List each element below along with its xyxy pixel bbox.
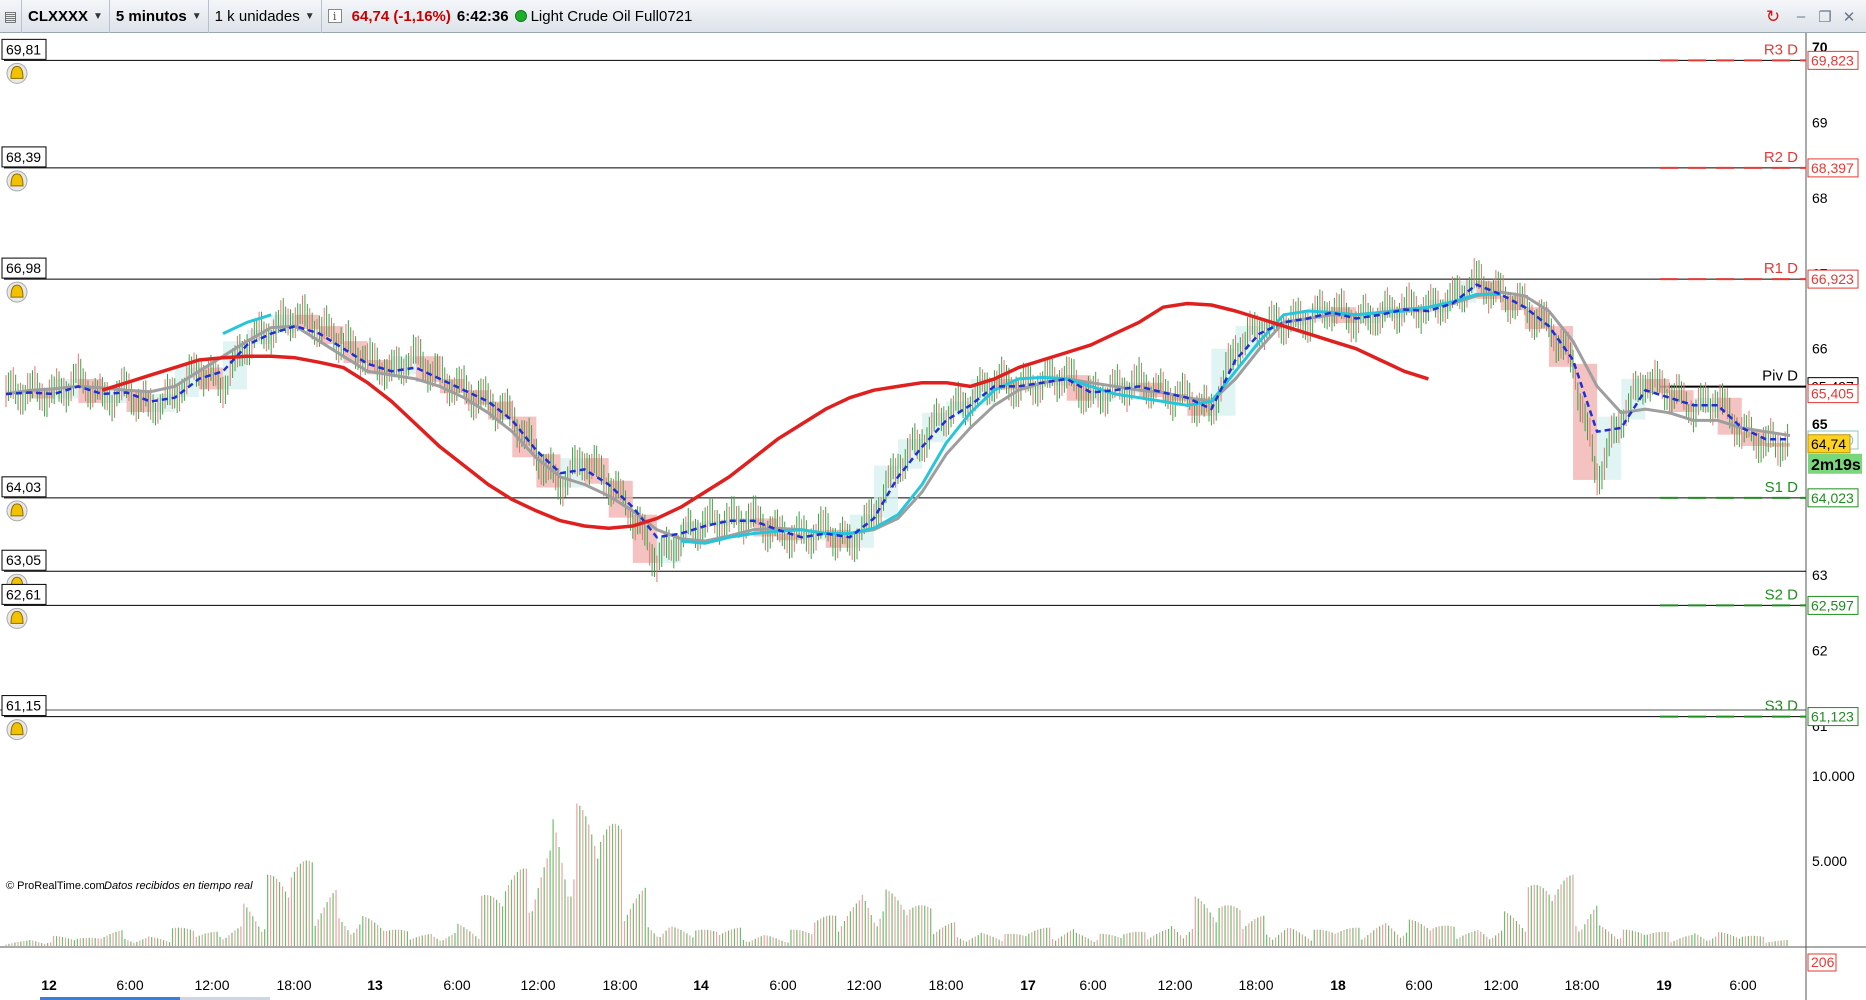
volume-tick-label: 10.000 <box>1812 768 1855 784</box>
x-tick-label: 12:00 <box>520 977 555 993</box>
alert-value-label: 62,61 <box>6 586 41 602</box>
x-tick-label: 18 <box>1330 977 1346 993</box>
y-tick-label: 69 <box>1812 114 1828 130</box>
info-icon[interactable]: i <box>327 9 342 23</box>
quote-time: 6:42:36 <box>456 7 509 25</box>
y-tick-label: 62 <box>1812 642 1828 658</box>
pivot-value-label: 69,823 <box>1811 52 1854 68</box>
alert-bell-icon[interactable] <box>6 281 28 303</box>
bell-shape <box>10 610 24 624</box>
chevron-down-icon: ▼ <box>191 10 202 22</box>
alert-bell-icon[interactable] <box>6 170 28 192</box>
pivot-value-label: 66,923 <box>1811 271 1854 287</box>
symbol-selector[interactable]: CLXXXX ▼ <box>22 0 110 33</box>
x-tick-label: 18:00 <box>602 977 637 993</box>
ma-red-line <box>101 301 1429 530</box>
timeframe-selector[interactable]: 5 minutos ▼ <box>110 0 209 33</box>
volume-tick-label: 5.000 <box>1812 853 1847 869</box>
y-tick-label: 63 <box>1812 567 1828 583</box>
symbol-label: CLXXXX <box>28 7 89 25</box>
pivot-name: R3 D <box>1764 41 1798 58</box>
x-tick-label: 12:00 <box>1157 977 1192 993</box>
pivot-value-label: 62,597 <box>1811 597 1854 613</box>
alert-value-label: 69,81 <box>6 41 41 57</box>
grid-menu-icon[interactable]: ▤ <box>0 0 22 33</box>
bell-shape <box>10 173 24 187</box>
pivot-value-label: 61,123 <box>1811 709 1854 725</box>
units-selector[interactable]: 1 k unidades ▼ <box>209 0 322 33</box>
status-dot-icon <box>514 10 527 22</box>
bell-shape <box>10 284 24 298</box>
price-bars <box>5 258 1789 583</box>
alert-value-label: 63,05 <box>6 552 41 568</box>
x-tick-label: 17 <box>1020 977 1036 993</box>
pivot-name: R1 D <box>1764 260 1798 277</box>
x-tick-label: 19 <box>1656 977 1672 993</box>
y-tick-label: 68 <box>1812 190 1828 206</box>
y-tick-label: 65 <box>1812 416 1828 432</box>
current-price-label: 64,74 <box>1811 436 1846 452</box>
volume-last-label: 206 <box>1811 954 1835 970</box>
x-tick-label: 12:00 <box>846 977 881 993</box>
x-tick-label: 6:00 <box>1405 977 1432 993</box>
chevron-down-icon: ▼ <box>93 10 103 22</box>
alert-bell-icon[interactable] <box>6 62 28 84</box>
alert-bell-icon[interactable] <box>6 607 28 629</box>
alert-value-label: 64,03 <box>6 479 41 495</box>
x-tick-label: 6:00 <box>116 977 143 993</box>
x-tick-label: 14 <box>693 977 709 993</box>
alert-value-label: 61,15 <box>6 698 41 714</box>
x-tick-label: 18:00 <box>1564 977 1599 993</box>
ma-cyan-line <box>222 292 1501 545</box>
x-tick-label: 18:00 <box>1238 977 1273 993</box>
x-tick-label: 18:00 <box>928 977 963 993</box>
x-tick-label: 6:00 <box>1079 977 1106 993</box>
y-tick-label: 66 <box>1812 341 1828 357</box>
toolbar: ▤ CLXXXX ▼ 5 minutos ▼ 1 k unidades ▼ i … <box>0 0 1866 33</box>
alert-value-label: 66,98 <box>6 260 41 276</box>
sync-icon[interactable]: ↻ <box>1760 7 1786 27</box>
bell-shape <box>10 503 24 517</box>
quote-change: 64,74 (-1,16%) <box>351 7 451 25</box>
x-tick-label: 6:00 <box>443 977 470 993</box>
x-tick-label: 12:00 <box>194 977 229 993</box>
pivot-value-label: 64,023 <box>1811 490 1854 506</box>
quote-bar: i 64,74 (-1,16%) 6:42:36 Light Crude Oil… <box>322 0 699 33</box>
pivot-name: S2 D <box>1765 586 1799 603</box>
restore-icon[interactable]: ❐ <box>1816 8 1834 26</box>
pivot-name: S1 D <box>1765 479 1799 496</box>
pivot-name: S3 D <box>1765 698 1799 715</box>
x-tick-label: 13 <box>367 977 383 993</box>
trading-window: ▤ CLXXXX ▼ 5 minutos ▼ 1 k unidades ▼ i … <box>0 0 1866 1000</box>
alert-bell-icon[interactable] <box>6 500 28 522</box>
minimize-icon[interactable]: – <box>1792 8 1810 25</box>
x-tick-label: 6:00 <box>769 977 796 993</box>
pivot-name: Piv D <box>1762 368 1798 385</box>
close-icon[interactable]: ✕ <box>1840 8 1858 26</box>
price-chart[interactable]: 63626169686665706769,81R3 D69,82368,39R2… <box>0 33 1866 1000</box>
realtime-label: Datos recibidos en tiempo real <box>104 880 253 892</box>
alert-value-label: 68,39 <box>6 149 41 165</box>
pivot-name: R2 D <box>1764 149 1798 166</box>
bell-shape <box>10 65 24 79</box>
pivot-value-label: 68,397 <box>1811 160 1854 176</box>
countdown-label: 2m19s <box>1811 457 1861 474</box>
instrument-name: Light Crude Oil Full0721 <box>530 7 693 25</box>
x-tick-label: 6:00 <box>1729 977 1756 993</box>
timeframe-label: 5 minutos <box>115 7 187 25</box>
chevron-down-icon: ▼ <box>304 10 315 22</box>
x-tick-label: 12:00 <box>1483 977 1518 993</box>
alert-bell-icon[interactable] <box>6 719 28 741</box>
x-tick-label: 12 <box>41 977 57 993</box>
indicator-value-label: 65,405 <box>1811 386 1854 402</box>
volume-bars <box>5 803 1788 946</box>
bell-shape <box>10 722 24 736</box>
copyright-label: © ProRealTime.com <box>6 880 105 892</box>
window-controls: ↻ – ❐ ✕ <box>1760 0 1858 33</box>
units-label: 1 k unidades <box>214 7 300 25</box>
x-tick-label: 18:00 <box>276 977 311 993</box>
